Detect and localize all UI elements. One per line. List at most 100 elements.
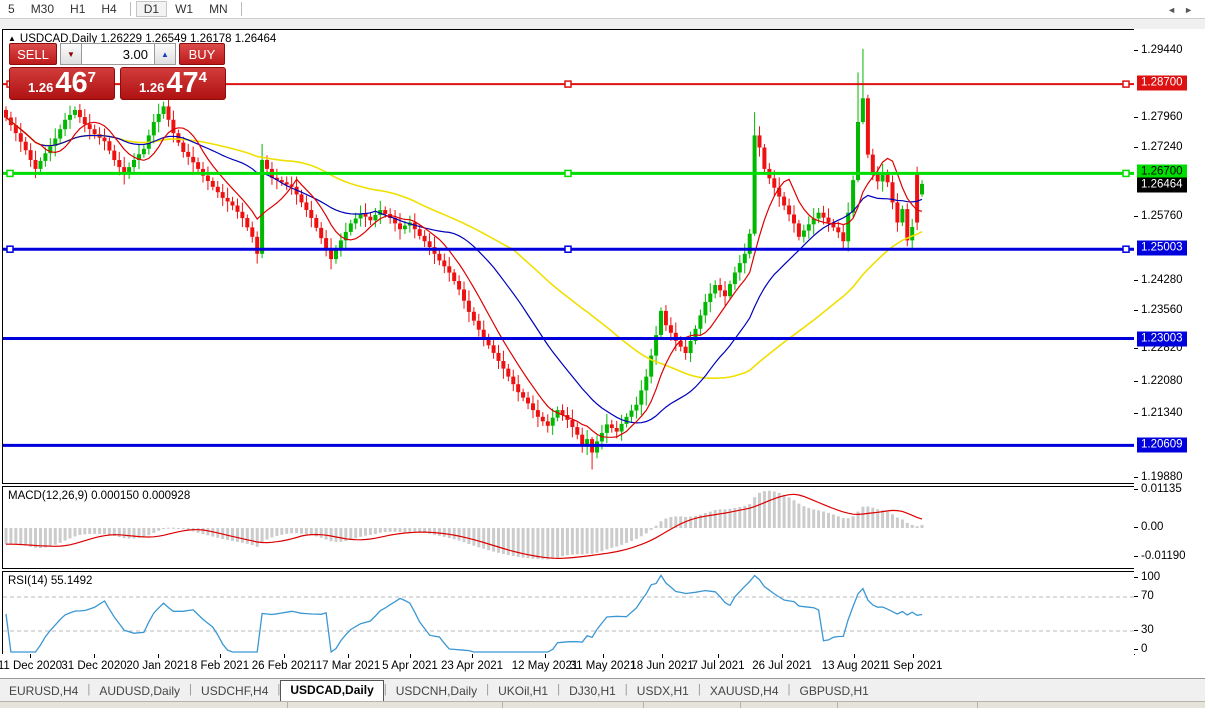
rsi-axis-tick (1134, 596, 1138, 597)
price-level-badge: 1.20609 (1137, 437, 1187, 453)
rsi-axis-tick-label: 70 (1141, 590, 1154, 602)
hline-handle[interactable] (1122, 245, 1130, 253)
timeframe-button-w1[interactable]: W1 (167, 1, 201, 17)
macd-histogram-bar (886, 511, 890, 528)
tab-ukoil-h1[interactable]: UKOil,H1 (489, 681, 557, 702)
tab-eurusd-h4[interactable]: EURUSD,H4 (0, 681, 87, 702)
candle-body (466, 300, 471, 312)
timeframe-button-h1[interactable]: H1 (62, 1, 93, 17)
tab-audusd-daily[interactable]: AUDUSD,Daily (90, 681, 189, 702)
macd-histogram-bar (782, 494, 786, 528)
candle-body (38, 160, 43, 169)
date-axis[interactable]: 11 Dec 2020 31 Dec 2020 20 Jan 2021 8 Feb 2… (0, 654, 1134, 678)
candle-body (506, 368, 511, 377)
timeframe-button-mn[interactable]: MN (201, 1, 236, 17)
candle-body (240, 211, 245, 219)
price-axis-tick-label: 1.27960 (1141, 111, 1183, 123)
tab-scroll-left-icon[interactable]: ◄ (1167, 5, 1184, 15)
buy-button[interactable]: BUY (179, 43, 225, 65)
hline-handle[interactable] (564, 169, 572, 178)
candle-body (225, 197, 230, 202)
macd-histogram-bar (905, 522, 909, 528)
candle-body (526, 397, 530, 404)
timeframe-button-m30[interactable]: M30 (23, 1, 62, 17)
macd-histogram-bar (595, 528, 599, 553)
candle-body (181, 142, 186, 152)
candle-body (703, 302, 708, 316)
macd-histogram-bar (452, 528, 456, 540)
price-axis[interactable]: 1.29440 1.27960 1.27240 1.25760 1.24280 1.235… (1134, 29, 1205, 655)
macd-histogram-bar (236, 528, 239, 542)
hline-handle[interactable] (564, 80, 572, 88)
date-axis-tick (94, 654, 95, 658)
candle-body (772, 178, 777, 188)
volume-decrease-button[interactable]: ▼ (60, 43, 82, 65)
date-axis-tick (545, 654, 546, 658)
tab-scroll-right-icon[interactable]: ► (1184, 5, 1201, 15)
macd-histogram-bar (679, 516, 683, 528)
macd-histogram-bar (551, 528, 555, 559)
sell-price-box[interactable]: 1.26 46 7 (9, 67, 115, 100)
candle-body (496, 352, 501, 361)
macd-histogram-bar (383, 528, 387, 533)
tab-gbpusd-h1[interactable]: GBPUSD,H1 (791, 681, 878, 702)
timeframe-button-h4[interactable]: H4 (93, 1, 124, 17)
candle-body (663, 310, 668, 326)
hline-handle[interactable] (6, 169, 14, 178)
macd-histogram-bar (354, 528, 358, 539)
candle-body (723, 290, 727, 297)
macd-indicator-panel[interactable]: MACD(12,26,9) 0.000150 0.000928 (2, 486, 1135, 569)
candle-body (535, 410, 540, 417)
toolbar-gap (0, 20, 1205, 29)
candle-body (210, 181, 215, 187)
candle-body (614, 428, 619, 432)
candle-body (708, 293, 713, 302)
candle-body (112, 150, 117, 160)
candle-body (870, 154, 875, 175)
macd-histogram-bar (93, 528, 97, 534)
tab-usdcad-daily[interactable]: USDCAD,Daily (280, 680, 384, 702)
rsi-indicator-panel[interactable]: RSI(14) 55.1492 (2, 571, 1135, 655)
candle-body (521, 392, 526, 398)
hline-handle[interactable] (6, 245, 14, 253)
timeframe-button-d1[interactable]: D1 (135, 1, 168, 17)
tab-xauusd-h4[interactable]: XAUUSD,H4 (701, 681, 788, 702)
tab-scroll-arrows[interactable]: ◄► (1167, 5, 1201, 15)
macd-histogram-bar (807, 508, 811, 528)
volume-increase-button[interactable]: ▲ (154, 43, 176, 65)
macd-histogram-bar (851, 516, 855, 528)
tab-usdx-h1[interactable]: USDX,H1 (628, 681, 698, 702)
sell-button[interactable]: SELL (9, 43, 57, 65)
macd-histogram-bar (171, 527, 175, 529)
macd-histogram-bar (107, 528, 111, 535)
candle-body (836, 227, 841, 233)
tab-dj30-h1[interactable]: DJ30,H1 (560, 681, 625, 702)
candle-body (299, 194, 304, 203)
hline-handle[interactable] (1122, 169, 1130, 178)
candle-body (550, 417, 555, 426)
buy-price-box[interactable]: 1.26 47 4 (120, 67, 226, 100)
collapse-icon[interactable]: ▲ (8, 34, 16, 43)
macd-histogram-bar (546, 528, 550, 560)
macd-histogram-bar (14, 528, 18, 545)
macd-histogram-bar (403, 528, 407, 533)
rsi-label: RSI(14) 55.1492 (8, 575, 93, 587)
macd-histogram-bar (240, 528, 244, 543)
macd-histogram-bar (531, 528, 535, 559)
macd-histogram-bar (127, 528, 131, 539)
macd-histogram-bar (255, 528, 259, 547)
macd-histogram-bar (501, 528, 505, 554)
volume-input[interactable]: 3.00 (82, 43, 154, 65)
tab-usdchf-h4[interactable]: USDCHF,H4 (192, 681, 277, 702)
timeframe-button-5[interactable]: 5 (0, 1, 23, 17)
hline-handle[interactable] (564, 245, 572, 253)
candle-body (368, 216, 373, 221)
price-chart-panel[interactable]: ▲ USDCAD,Daily 1.26229 1.26549 1.26178 1.… (2, 29, 1135, 484)
status-bar (0, 701, 1205, 708)
date-axis-tick (782, 654, 783, 658)
hline-handle[interactable] (1122, 80, 1130, 88)
rsi-axis-tick (1134, 649, 1138, 650)
tab-usdcnh-daily[interactable]: USDCNH,Daily (387, 681, 486, 702)
candle-body (309, 210, 314, 218)
macd-histogram-bar (231, 528, 234, 541)
